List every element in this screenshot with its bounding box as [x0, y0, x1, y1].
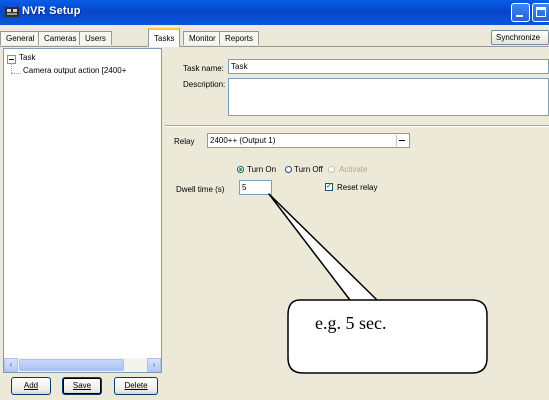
nvr-setup-window: NVR Setup General Cameras Users Tasks Mo… — [0, 0, 549, 400]
tab-tasks[interactable]: Tasks — [148, 28, 181, 47]
callout-bubble — [268, 193, 488, 374]
callout-text: e.g. 5 sec. — [315, 313, 387, 333]
